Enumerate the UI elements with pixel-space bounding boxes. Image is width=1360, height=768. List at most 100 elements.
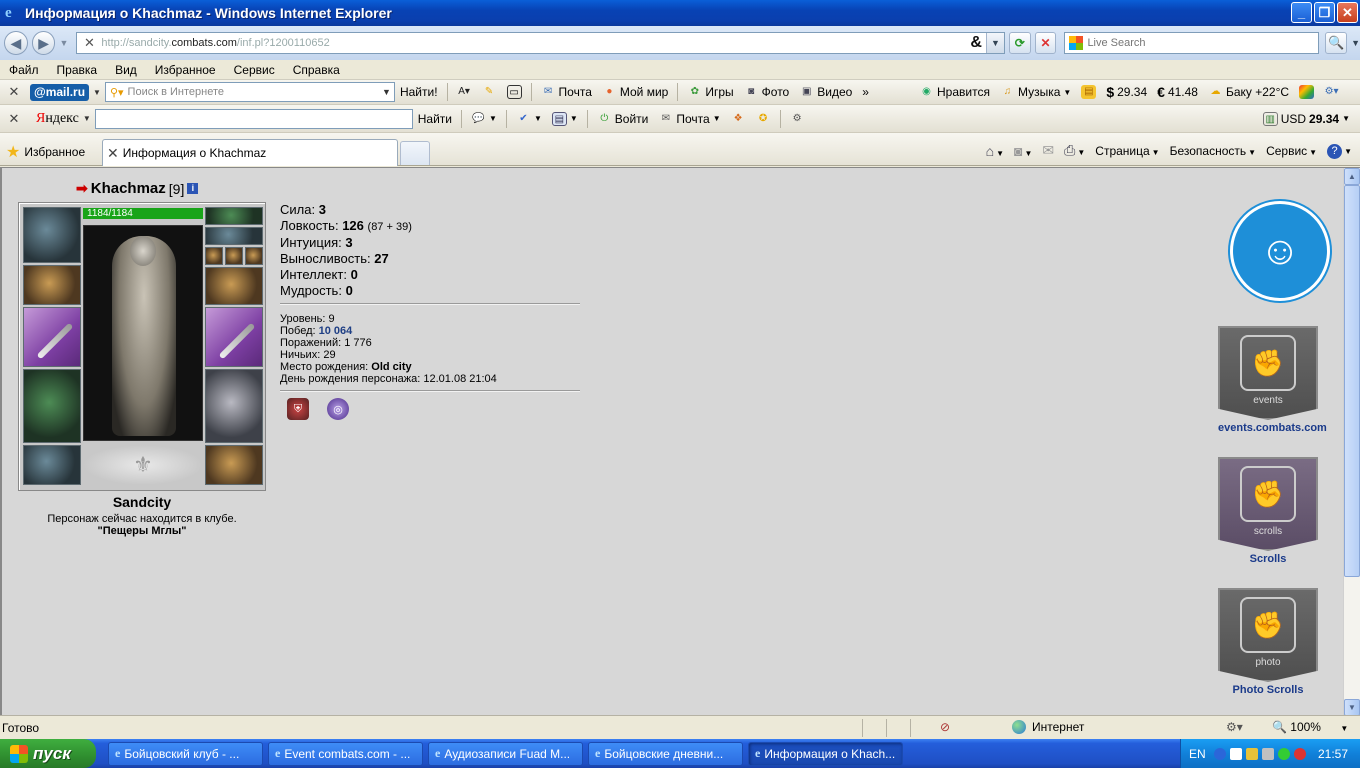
start-button[interactable]: пуск (0, 739, 96, 768)
comment-icon[interactable]: 💬 ▼ (471, 112, 497, 126)
task-button[interactable]: e Бойцовский клуб - ... (108, 741, 263, 766)
menu-tools[interactable]: Сервис (225, 63, 284, 77)
yandex-find-button[interactable]: Найти (418, 112, 452, 126)
mail-button[interactable]: ✉ Почта (541, 85, 592, 99)
forward-button[interactable]: ▶ (31, 31, 56, 55)
page-menu[interactable]: Страница ▼ (1095, 144, 1159, 158)
address-dropdown-icon[interactable]: ▼ (985, 33, 1004, 53)
boots-slot[interactable] (205, 445, 263, 485)
back-button[interactable]: ◀ (4, 31, 28, 55)
task-button[interactable]: e Бойцовские дневни... (588, 741, 743, 766)
tab-active[interactable]: ✕ Информация о Khachmaz (102, 139, 398, 166)
info-icon[interactable]: i (187, 183, 199, 194)
video-button[interactable]: ▣ Видео (799, 85, 852, 99)
yandex-search-input[interactable] (94, 108, 413, 129)
translate-icon[interactable]: ▤ ▼ (551, 111, 578, 126)
mailru-find-button[interactable]: Найти! (400, 85, 438, 99)
protected-mode-icon[interactable]: ⚙▾ (1226, 720, 1243, 734)
notes-icon[interactable]: ▤ (1081, 85, 1097, 99)
ring-slot-2[interactable] (225, 247, 243, 265)
search-input[interactable] (1087, 37, 1308, 49)
leggings-slot[interactable] (205, 369, 263, 443)
compat-icon[interactable]: & (970, 34, 982, 52)
search-go-button[interactable]: 🔍 (1325, 32, 1348, 54)
live-search-box[interactable] (1064, 32, 1320, 54)
tray-antivirus-icon[interactable] (1293, 747, 1306, 760)
minimize-button[interactable]: _ (1291, 2, 1312, 23)
orb-badge-icon[interactable]: ◎ (327, 398, 349, 420)
blocked-icon[interactable]: ⊘ (940, 720, 950, 734)
gear-icon[interactable]: ⚙ (790, 112, 805, 126)
print-button[interactable]: ⎙ ▼ (1064, 142, 1085, 159)
menu-help[interactable]: Справка (284, 63, 349, 77)
close-button[interactable]: ✕ (1337, 2, 1358, 23)
tray-network-icon[interactable] (1277, 747, 1290, 760)
scroll-up-icon[interactable]: ▲ (1344, 168, 1360, 185)
favorites-add-icon[interactable]: ✪ (756, 112, 771, 126)
scrolls-link[interactable]: Scrolls (1218, 553, 1318, 565)
highlighter-icon[interactable]: ✎ (482, 85, 497, 99)
home-button[interactable]: ⌂ ▼ (986, 143, 1004, 159)
photo-button[interactable]: ◙ Фото (744, 85, 789, 99)
menu-view[interactable]: Вид (106, 63, 146, 77)
address-bar[interactable]: ✕ http://sandcity.combats.com/inf.pl?120… (76, 32, 1005, 54)
shield-badge-icon[interactable]: ⛨ (287, 398, 309, 420)
photo-scrolls-banner[interactable]: ✊ photo Photo Scrolls (1218, 588, 1318, 696)
refresh-button[interactable]: ⟳ (1008, 32, 1031, 54)
apps-icon[interactable] (1299, 85, 1315, 99)
amulet-slot[interactable] (205, 227, 263, 245)
left-weapon-slot[interactable] (23, 307, 81, 367)
tools-menu[interactable]: Сервис ▼ (1266, 144, 1317, 158)
yandex-currency[interactable]: ▥ USD 29.34 ▼ (1262, 111, 1350, 126)
mailru-logo[interactable]: @mail.ru (30, 83, 90, 101)
music-button[interactable]: ♫ Музыка ▼ (1000, 85, 1072, 99)
bracers-slot[interactable] (23, 265, 81, 305)
task-button[interactable]: e Event combats.com - ... (268, 741, 423, 766)
new-tab-button[interactable] (400, 141, 430, 165)
language-indicator[interactable]: EN (1189, 747, 1206, 761)
arrow-icon[interactable]: ➡ (76, 180, 88, 197)
stop-button[interactable]: ✕ (1034, 32, 1057, 54)
spellcheck-icon[interactable]: ✔ ▼ (516, 112, 542, 126)
feeds-button[interactable]: ◙ ▼ (1014, 143, 1032, 159)
tray-tool-icon[interactable] (1261, 747, 1274, 760)
eur-rate[interactable]: €41.48 (1157, 84, 1198, 100)
font-size-icon[interactable]: A▾ (457, 85, 472, 99)
help-button[interactable]: ? ▼ (1327, 143, 1352, 159)
more-chevron-icon[interactable]: » (862, 85, 869, 99)
photo-scrolls-link[interactable]: Photo Scrolls (1218, 684, 1318, 696)
tray-arrow-icon[interactable] (1213, 747, 1226, 760)
restore-button[interactable]: ❐ (1314, 2, 1335, 23)
usd-rate[interactable]: $29.34 (1106, 84, 1147, 100)
gloves-slot[interactable] (205, 267, 263, 305)
earring-slot[interactable] (205, 207, 263, 225)
clock[interactable]: 21:57 (1318, 747, 1348, 761)
helmet-slot[interactable] (23, 207, 81, 263)
tray-app-icon[interactable] (1229, 747, 1242, 760)
myworld-button[interactable]: ● Мой мир (602, 85, 668, 99)
scroll-thumb[interactable] (1344, 185, 1360, 577)
chevron-down-icon[interactable]: ▼ (83, 114, 91, 123)
mailru-search-input[interactable]: ⚲▾ Поиск в Интернете ▼ (104, 82, 395, 102)
right-weapon-slot[interactable] (205, 307, 263, 367)
menu-favorites[interactable]: Избранное (146, 63, 225, 77)
history-dropdown-icon[interactable]: ▼ (59, 38, 68, 48)
search-options-dropdown-icon[interactable]: ▼ (1351, 38, 1360, 48)
belt-slot[interactable] (23, 445, 81, 485)
events-banner[interactable]: ✊ events events.combats.com (1218, 326, 1327, 434)
games-button[interactable]: ✿ Игры (687, 85, 734, 99)
favorites-button[interactable]: ★ Избранное (6, 142, 85, 162)
menu-file[interactable]: Файл (0, 63, 48, 77)
close-toolbar-icon[interactable]: ✕ (4, 111, 24, 127)
login-button[interactable]: ⏻ Войти (597, 112, 648, 126)
close-toolbar-icon[interactable]: ✕ (4, 84, 24, 100)
likes-button[interactable]: ◉ Нравится (919, 85, 990, 99)
page-icon[interactable]: ▭ (506, 85, 522, 99)
task-button[interactable]: e Аудиозаписи Fuad M... (428, 741, 583, 766)
armor-slot[interactable] (23, 369, 81, 443)
chevron-down-icon[interactable]: ▼ (382, 87, 391, 97)
combats-logo[interactable]: ☺ (1230, 201, 1330, 301)
ring-slot-1[interactable] (205, 247, 223, 265)
bookmarks-icon[interactable]: ❖ (731, 112, 746, 126)
events-link[interactable]: events.combats.com (1218, 422, 1327, 434)
